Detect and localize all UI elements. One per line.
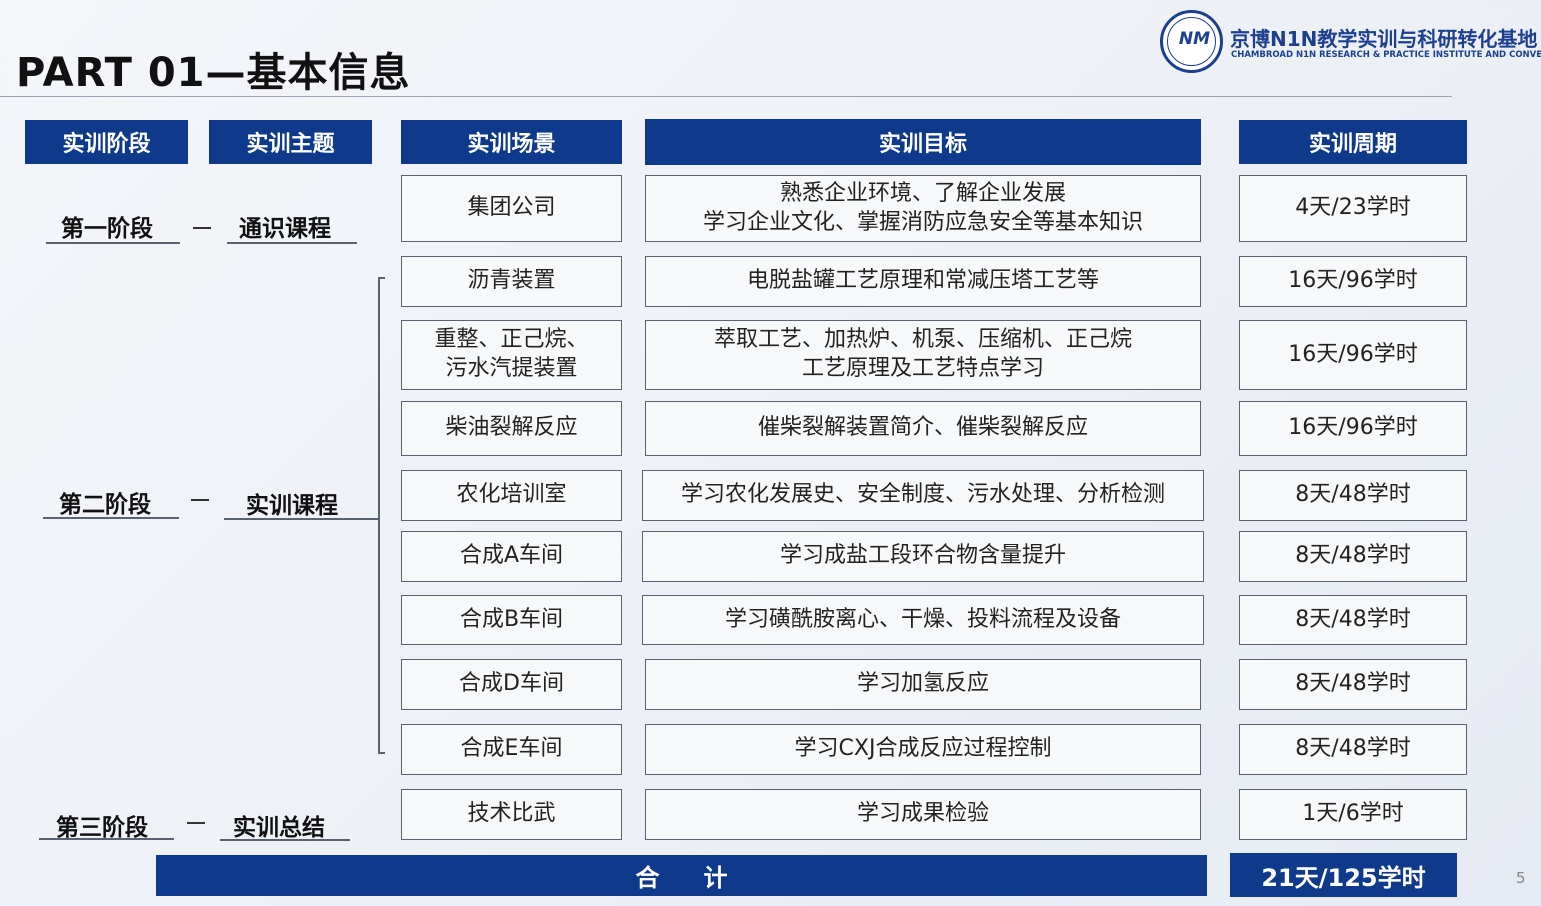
header-scene: 实训场景 <box>401 120 622 164</box>
period-cell: 8天/48学时 <box>1239 595 1467 645</box>
goal-cell: 学习成盐工段环合物含量提升 <box>642 531 1204 582</box>
period-cell: 8天/48学时 <box>1239 470 1467 521</box>
stage-2-bracket <box>378 277 380 753</box>
goal-cell: 学习磺酰胺离心、干燥、投料流程及设备 <box>642 595 1204 645</box>
logo-english-name: CHAMBROAD N1N RESEARCH & PRACTICE INSTIT… <box>1231 50 1541 60</box>
scene-cell: 合成B车间 <box>401 595 622 645</box>
scene-cell: 重整、正己烷、 污水汽提装置 <box>401 320 622 390</box>
scene-cell: 沥青装置 <box>401 256 622 307</box>
stage-2-dash <box>191 499 209 501</box>
goal-cell: 萃取工艺、加热炉、机泵、压缩机、正己烷 工艺原理及工艺特点学习 <box>645 320 1201 390</box>
page-title: PART 01—基本信息 <box>16 50 411 96</box>
period-cell: 1天/6学时 <box>1239 789 1467 840</box>
stage-3-topic-underline <box>220 839 350 841</box>
scene-cell: 技术比武 <box>401 789 622 840</box>
scene-cell: 合成A车间 <box>401 531 622 582</box>
period-cell: 8天/48学时 <box>1239 659 1467 710</box>
stage-3-underline <box>39 838 174 840</box>
logo-mark: NM <box>1178 29 1211 49</box>
stage-1-underline <box>46 242 180 244</box>
scene-cell: 农化培训室 <box>401 470 622 521</box>
total-label: 合计 <box>156 855 1207 896</box>
goal-cell: 学习CXJ合成反应过程控制 <box>645 724 1201 775</box>
goal-cell: 催柴裂解装置简介、催柴裂解反应 <box>645 401 1201 456</box>
stage-2-bracket-bottom <box>378 752 385 754</box>
stage-2-bracket-top <box>378 277 385 279</box>
period-cell: 16天/96学时 <box>1239 320 1467 390</box>
total-value: 21天/125学时 <box>1230 853 1457 897</box>
page-number: 5 <box>1516 869 1526 887</box>
header-period: 实训周期 <box>1239 120 1467 164</box>
scene-cell: 合成E车间 <box>401 724 622 775</box>
scene-cell: 合成D车间 <box>401 659 622 710</box>
stage-2-topic-underline <box>224 518 380 520</box>
title-divider <box>0 96 1452 97</box>
period-cell: 4天/23学时 <box>1239 175 1467 242</box>
stage-3-dash <box>187 822 205 824</box>
stage-2-topic: 实训课程 <box>246 493 338 519</box>
logo-chinese-name: 京博N1N教学实训与科研转化基地 <box>1230 27 1538 51</box>
scene-cell: 集团公司 <box>401 175 622 242</box>
stage-3-label: 第三阶段 <box>56 815 148 841</box>
stage-1-topic-underline <box>227 242 357 244</box>
scene-cell: 柴油裂解反应 <box>401 401 622 456</box>
goal-cell: 学习农化发展史、安全制度、污水处理、分析检测 <box>642 470 1204 521</box>
period-cell: 8天/48学时 <box>1239 531 1467 582</box>
stage-1-dash <box>193 227 211 229</box>
stage-3-topic: 实训总结 <box>233 815 325 841</box>
goal-cell: 学习加氢反应 <box>645 659 1201 710</box>
header-topic: 实训主题 <box>209 120 372 164</box>
period-cell: 8天/48学时 <box>1239 724 1467 775</box>
stage-1-label: 第一阶段 <box>61 216 153 242</box>
goal-cell: 电脱盐罐工艺原理和常减压塔工艺等 <box>645 256 1201 307</box>
period-cell: 16天/96学时 <box>1239 401 1467 456</box>
stage-2-underline <box>43 517 179 519</box>
header-goal: 实训目标 <box>645 119 1201 165</box>
goal-cell: 熟悉企业环境、了解企业发展 学习企业文化、掌握消防应急安全等基本知识 <box>645 175 1201 242</box>
stage-1-topic: 通识课程 <box>239 216 331 242</box>
stage-2-label: 第二阶段 <box>59 492 151 518</box>
header-stage: 实训阶段 <box>25 120 188 164</box>
period-cell: 16天/96学时 <box>1239 256 1467 307</box>
goal-cell: 学习成果检验 <box>645 789 1201 840</box>
